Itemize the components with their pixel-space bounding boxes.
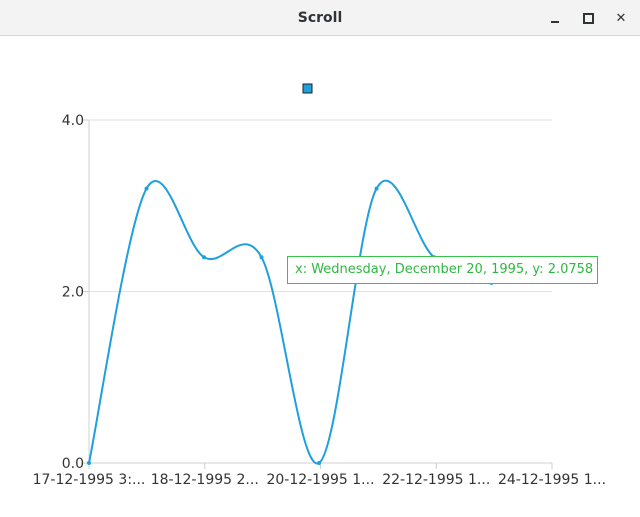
series-line (88, 179, 492, 465)
x-tick-label: 24-12-1995 1... (498, 472, 606, 488)
data-point (259, 255, 264, 260)
data-point (202, 255, 206, 260)
data-point (87, 461, 91, 465)
minimize-icon (551, 21, 559, 23)
chart-tooltip: x: Wednesday, December 20, 1995, y: 2.07… (287, 256, 598, 284)
y-tick-label: 0.0 (62, 456, 84, 472)
maximize-button[interactable] (577, 7, 599, 29)
x-tick-label: 22-12-1995 1... (382, 472, 490, 488)
y-tick-label: 2.0 (62, 285, 84, 301)
close-button[interactable]: ✕ (610, 7, 632, 29)
data-point (144, 186, 149, 191)
x-tick-label: 20-12-1995 1... (266, 472, 374, 488)
data-point (374, 186, 379, 191)
data-point (317, 461, 321, 465)
close-icon: ✕ (615, 10, 627, 26)
x-tick-label: 17-12-1995 3:... (33, 472, 146, 488)
title-bar[interactable]: Scroll ✕ (0, 0, 640, 36)
app-window: Scroll ✕ 4.0 2.0 0.0 17-12-1995 3:... 18-12-… (0, 0, 640, 517)
minimize-button[interactable] (544, 7, 566, 29)
maximize-icon (582, 12, 594, 24)
x-tick-label: 18-12-1995 2... (151, 472, 259, 488)
y-tick-label: 4.0 (62, 113, 84, 129)
legend-marker[interactable] (302, 83, 313, 94)
